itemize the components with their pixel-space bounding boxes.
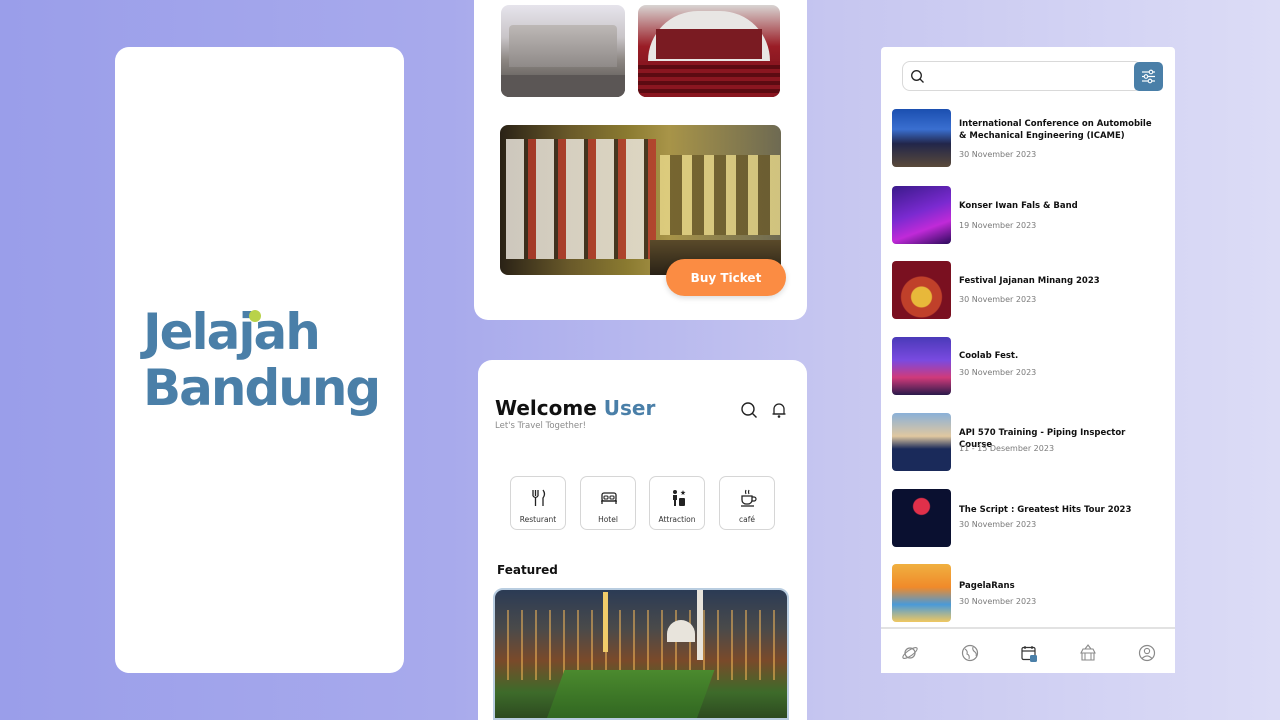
gallery-thumbnail-hall[interactable]	[638, 5, 780, 97]
profile-icon[interactable]	[1138, 644, 1156, 662]
event-date: 19 November 2023	[959, 221, 1037, 230]
temple-icon[interactable]	[1079, 644, 1097, 662]
category-label: Attraction	[658, 515, 696, 524]
category-label: Resturant	[519, 515, 557, 524]
event-title: International Conference on Automobile &…	[959, 119, 1152, 141]
stage-shape	[656, 29, 762, 59]
event-title: The Script : Greatest Hits Tour 2023	[959, 505, 1132, 515]
home-screen: Welcome User Let's Travel Together! Rest…	[478, 360, 807, 720]
attraction-icon	[673, 490, 686, 506]
search-icon	[911, 70, 924, 83]
event-search-input[interactable]	[931, 66, 1131, 86]
cutlery-icon	[532, 489, 546, 506]
mosque-dome	[667, 620, 695, 642]
event-date: 11 - 15 Desember 2023	[959, 444, 1055, 453]
event-list-item[interactable]: International Conference on Automobile &…	[892, 109, 1162, 167]
event-thumbnail	[892, 413, 951, 471]
exhibit-frames	[506, 139, 656, 259]
sliders-icon	[1142, 69, 1155, 84]
planet-icon[interactable]	[901, 644, 919, 662]
event-title: Konser Iwan Fals & Band	[959, 201, 1078, 211]
event-list-item[interactable]: Coolab Fest. 30 November 2023	[892, 337, 1162, 395]
buy-ticket-button[interactable]: Buy Ticket	[666, 259, 786, 296]
logo-line-1: Jelajah	[143, 303, 321, 361]
event-thumbnail	[892, 564, 951, 622]
globe-icon[interactable]	[961, 644, 979, 662]
splash-screen: Jelajah Bandung	[115, 47, 404, 673]
event-list-item[interactable]: Konser Iwan Fals & Band 19 November 2023	[892, 186, 1162, 244]
category-label: Hotel	[598, 515, 618, 524]
bed-icon	[601, 492, 617, 504]
seats-shape	[638, 61, 780, 97]
event-list-item[interactable]: Festival Jajanan Minang 2023 30 November…	[892, 261, 1162, 319]
event-date: 30 November 2023	[959, 368, 1037, 377]
logo-dot	[249, 310, 261, 322]
event-date: 30 November 2023	[959, 597, 1037, 606]
category-attraction[interactable]: Attraction	[649, 476, 705, 530]
category-hotel[interactable]: Hotel	[580, 476, 636, 530]
featured-heading: Featured	[497, 563, 558, 577]
event-list-item[interactable]: The Script : Greatest Hits Tour 2023 30 …	[892, 489, 1162, 547]
hall-windows	[660, 155, 780, 235]
category-restaurant[interactable]: Resturant	[510, 476, 566, 530]
welcome-heading: Welcome User	[495, 396, 655, 420]
calendar-icon[interactable]	[1020, 644, 1038, 662]
event-title: Coolab Fest.	[959, 351, 1019, 361]
category-cafe[interactable]: café	[719, 476, 775, 530]
logo-line-2: Bandung	[143, 359, 381, 417]
town-square	[545, 670, 715, 718]
welcome-subtitle: Let's Travel Together!	[495, 421, 587, 431]
bell-icon[interactable]	[770, 401, 788, 419]
category-label: café	[739, 515, 755, 524]
event-title: Festival Jajanan Minang 2023	[959, 276, 1100, 286]
search-icon[interactable]	[740, 401, 758, 419]
events-screen: International Conference on Automobile &…	[881, 47, 1175, 673]
road-shape	[501, 75, 625, 97]
gallery-main-image	[500, 125, 781, 275]
event-date: 30 November 2023	[959, 150, 1037, 159]
bottom-navigation	[881, 627, 1175, 673]
gallery-thumbnail-exterior[interactable]	[501, 5, 625, 97]
event-thumbnail	[892, 489, 951, 547]
event-date: 30 November 2023	[959, 520, 1037, 529]
event-thumbnail	[892, 109, 951, 167]
event-thumbnail	[892, 186, 951, 244]
building-shape	[509, 25, 617, 67]
featured-card-image[interactable]	[493, 588, 789, 720]
filter-button[interactable]	[1134, 62, 1163, 91]
destination-detail-screen: Buy Ticket	[474, 0, 807, 320]
minaret-right	[697, 590, 703, 660]
event-thumbnail	[892, 261, 951, 319]
event-search-box[interactable]	[902, 61, 1142, 91]
event-date: 30 November 2023	[959, 295, 1037, 304]
event-list-item[interactable]: PagelaRans 30 November 2023	[892, 564, 1162, 622]
event-thumbnail	[892, 337, 951, 395]
welcome-prefix: Welcome	[495, 396, 597, 420]
event-list-item[interactable]: API 570 Training - Piping Inspector Cour…	[892, 413, 1162, 471]
event-title: PagelaRans	[959, 581, 1015, 591]
welcome-username: User	[603, 396, 656, 420]
coffee-cup-icon	[741, 489, 757, 507]
minaret-left	[603, 592, 608, 652]
